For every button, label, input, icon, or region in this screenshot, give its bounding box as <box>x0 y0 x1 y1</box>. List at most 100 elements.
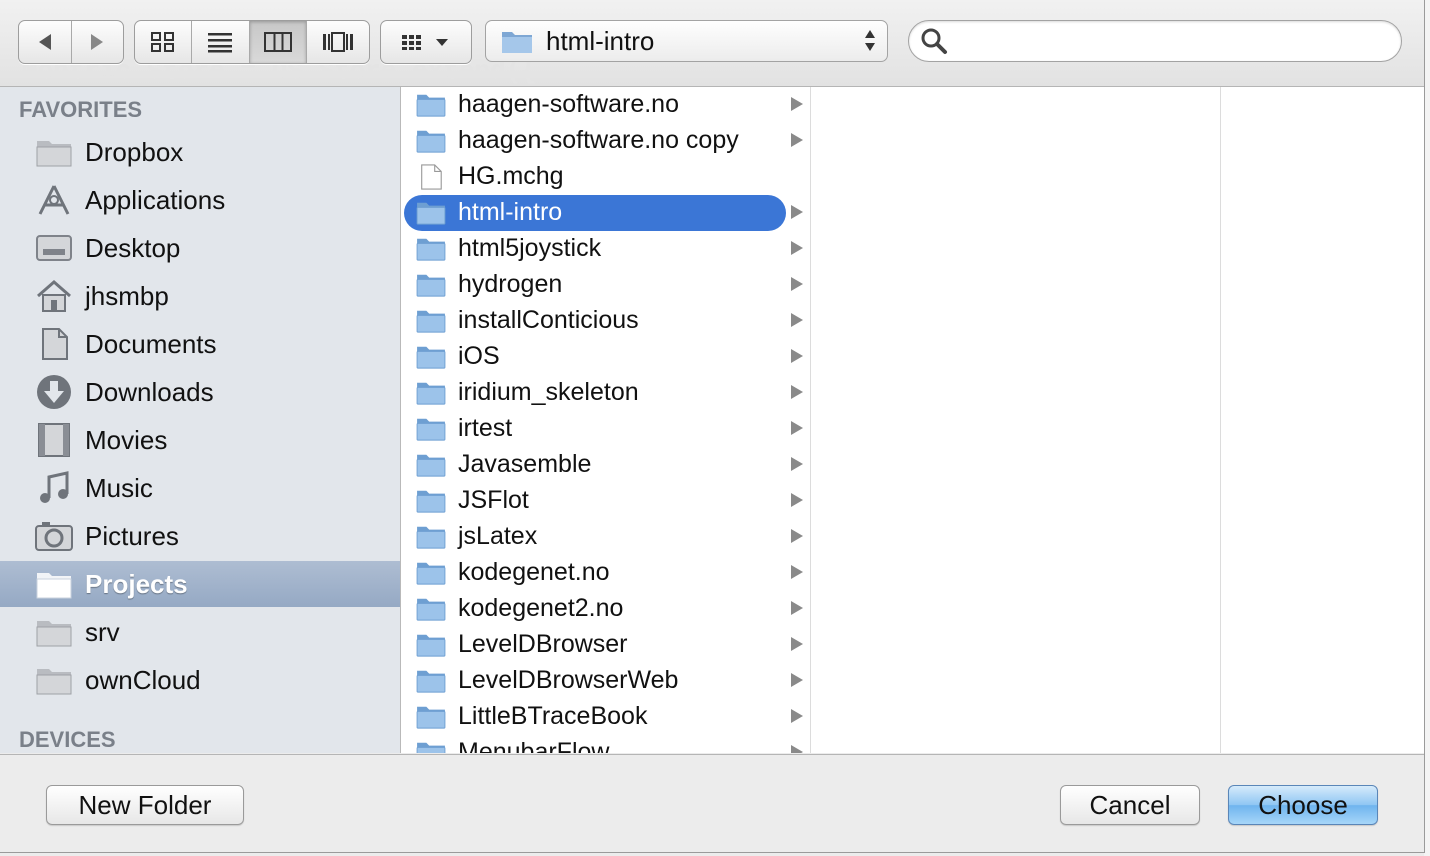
folder-icon <box>416 706 446 729</box>
file-row[interactable]: jsLatex <box>401 519 810 555</box>
icon-view-icon <box>151 32 175 52</box>
file-row[interactable]: html5joystick <box>401 231 810 267</box>
file-row[interactable]: irtest <box>401 411 810 447</box>
folder-icon <box>416 526 446 549</box>
sidebar-item-owncloud[interactable]: ownCloud <box>0 657 400 703</box>
file-row[interactable]: kodegenet.no <box>401 555 810 591</box>
file-row[interactable]: Javasemble <box>401 447 810 483</box>
file-row[interactable]: HG.mchg <box>401 159 810 195</box>
file-row[interactable]: LevelDBrowser <box>401 627 810 663</box>
updown-arrows-icon <box>865 30 875 51</box>
coverflow-view-button[interactable] <box>307 21 369 63</box>
file-row[interactable]: hydrogen <box>401 267 810 303</box>
disclosure-arrow-icon <box>791 745 803 753</box>
folder-icon <box>34 662 74 698</box>
browser-column-1: haagen-software.no haagen-software.no cop… <box>401 87 811 753</box>
disclosure-arrow-icon <box>791 529 803 543</box>
sidebar-item-desktop[interactable]: Desktop <box>0 225 400 271</box>
sidebar-item-label: Desktop <box>85 232 181 263</box>
file-name: html5joystick <box>458 234 602 262</box>
file-row[interactable]: JSFlot <box>401 483 810 519</box>
sidebar-item-label: Pictures <box>85 520 179 551</box>
file-row[interactable]: LittleBTraceBook <box>401 699 810 735</box>
icon-view-button[interactable] <box>135 21 193 63</box>
file-name: irtest <box>458 414 513 442</box>
folder-icon <box>416 634 446 657</box>
file-name: haagen-software.no copy <box>458 126 739 154</box>
sidebar-item-dropbox[interactable]: Dropbox <box>0 129 400 175</box>
sidebar-item-label: Music <box>85 472 153 503</box>
file-row[interactable]: LevelDBrowserWeb <box>401 663 810 699</box>
sidebar-item-label: Movies <box>85 424 168 455</box>
arrange-menu-button[interactable] <box>380 20 472 64</box>
sidebar-item-jhsmbp[interactable]: jhsmbp <box>0 273 400 319</box>
chevron-down-icon <box>436 39 448 46</box>
sidebar-item-srv[interactable]: srv <box>0 609 400 655</box>
file-row[interactable]: haagen-software.no copy <box>401 123 810 159</box>
arrange-grid-icon <box>402 35 448 50</box>
sidebar-item-label: Downloads <box>85 376 214 407</box>
sidebar-item-downloads[interactable]: Downloads <box>0 369 400 415</box>
disclosure-arrow-icon <box>791 349 803 363</box>
pictures-icon <box>34 518 74 554</box>
column-view-button[interactable] <box>249 21 307 63</box>
folder-icon <box>416 598 446 621</box>
choose-button[interactable]: Choose <box>1228 785 1378 825</box>
file-name: Javasemble <box>458 450 592 478</box>
sidebar-item-pictures[interactable]: Pictures <box>0 513 400 559</box>
sidebar-item-label: Projects <box>85 568 188 599</box>
sidebar-item-movies[interactable]: Movies <box>0 417 400 463</box>
back-button[interactable] <box>19 21 72 63</box>
disclosure-arrow-icon <box>791 385 803 399</box>
column-view-icon <box>263 32 292 52</box>
cancel-button[interactable]: Cancel <box>1060 785 1200 825</box>
folder-icon <box>416 742 446 753</box>
file-row[interactable]: html-intro <box>401 195 810 231</box>
disclosure-arrow-icon <box>791 565 803 579</box>
file-row[interactable]: installConticious <box>401 303 810 339</box>
sidebar-item-documents[interactable]: Documents <box>0 321 400 367</box>
file-row[interactable]: kodegenet2.no <box>401 591 810 627</box>
location-label: html-intro <box>546 25 655 56</box>
search-input[interactable] <box>959 25 1383 57</box>
location-popup[interactable]: html-intro <box>485 20 888 62</box>
file-name: installConticious <box>458 306 639 334</box>
new-folder-button[interactable]: New Folder <box>46 785 244 825</box>
disclosure-arrow-icon <box>791 709 803 723</box>
list-view-button[interactable] <box>192 21 250 63</box>
disclosure-arrow-icon <box>791 313 803 327</box>
browser-column-3 <box>1221 87 1424 753</box>
file-name: LevelDBrowserWeb <box>458 666 679 694</box>
sidebar-item-projects[interactable]: Projects <box>0 561 400 607</box>
disclosure-arrow-icon <box>791 637 803 651</box>
folder-icon <box>416 238 446 261</box>
view-mode-control <box>134 20 370 64</box>
search-field[interactable] <box>908 20 1402 62</box>
folder-icon <box>416 346 446 369</box>
file-name: jsLatex <box>458 522 538 550</box>
file-row[interactable]: iOS <box>401 339 810 375</box>
folder-icon <box>34 134 74 170</box>
favorites-heading: FAVORITES <box>19 97 143 122</box>
document-file-icon <box>421 164 442 190</box>
file-name: html-intro <box>458 198 563 226</box>
disclosure-arrow-icon <box>791 673 803 687</box>
file-row[interactable]: iridium_skeleton <box>401 375 810 411</box>
forward-button[interactable] <box>72 21 124 63</box>
bottom-bar: New Folder Cancel Choose <box>0 754 1424 852</box>
folder-icon <box>416 202 446 225</box>
sidebar-item-applications[interactable]: Applications <box>0 177 400 223</box>
disclosure-arrow-icon <box>791 493 803 507</box>
open-dialog: Montric.Store = DS.Store.extend({html-i… <box>0 0 1425 853</box>
disclosure-arrow-icon <box>791 457 803 471</box>
file-name: LevelDBrowser <box>458 630 628 658</box>
sidebar-item-label: ownCloud <box>85 664 201 695</box>
file-row[interactable]: haagen-software.no <box>401 87 810 123</box>
sidebar-item-music[interactable]: Music <box>0 465 400 511</box>
sidebar-item-label: Dropbox <box>85 136 184 167</box>
folder-icon <box>34 614 74 650</box>
navigation-control <box>18 20 124 64</box>
file-name: LittleBTraceBook <box>458 702 648 730</box>
file-row[interactable]: MenubarFlow <box>401 735 810 753</box>
sidebar-item-label: jhsmbp <box>85 280 169 311</box>
